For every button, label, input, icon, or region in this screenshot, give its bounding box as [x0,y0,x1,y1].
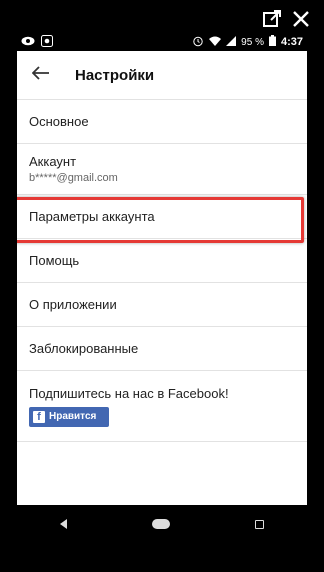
settings-item-blocked[interactable]: Заблокированные [17,327,307,371]
settings-item-help[interactable]: Помощь [17,239,307,283]
battery-icon [268,35,276,49]
facebook-icon: f [33,410,45,423]
app-screen: Настройки Основное Аккаунт b*****@gmail.… [17,51,307,505]
nav-home-icon[interactable] [151,519,170,529]
alarm-icon [192,35,204,50]
settings-item-label: О приложении [29,297,117,312]
close-icon[interactable] [292,10,310,28]
account-email: b*****@gmail.com [29,172,118,184]
app-bar: Настройки [17,51,307,100]
nav-recent-apps-icon[interactable] [255,519,265,529]
signal-icon [226,35,237,49]
nav-back-icon[interactable] [59,519,67,529]
back-button[interactable] [25,59,57,91]
settings-item-general[interactable]: Основное [17,100,307,144]
settings-item-about[interactable]: О приложении [17,283,307,327]
settings-list: Основное Аккаунт b*****@gmail.com Параме… [17,100,307,442]
highlight-box [17,197,304,243]
arrow-left-icon [31,65,50,85]
settings-item-label: Основное [29,114,89,129]
facebook-like-label: Нравится [49,411,97,422]
external-link-icon[interactable] [262,9,282,29]
settings-item-label: Аккаунт [29,154,77,169]
status-bar: 95 % 4:37 [17,33,307,51]
settings-item-label: Заблокированные [29,341,139,356]
app-notification-icon [41,34,53,50]
settings-item-label: Помощь [29,253,80,268]
system-nav-bar [17,505,307,543]
window-controls [262,8,310,30]
battery-percent: 95 % [241,36,264,48]
page-title: Настройки [75,66,155,84]
clock-time: 4:37 [280,36,303,48]
facebook-follow-section: Подпишитесь на нас в Facebook! f Нравитс… [17,371,307,442]
eye-icon [21,36,35,49]
facebook-follow-text: Подпишитесь на нас в Facebook! [29,385,229,401]
wifi-icon [209,36,222,49]
phone-frame: 95 % 4:37 Настройки Основное Аккаунт b**… [0,0,324,572]
facebook-like-button[interactable]: f Нравится [29,406,109,427]
settings-item-account[interactable]: Аккаунт b*****@gmail.com [17,144,307,195]
